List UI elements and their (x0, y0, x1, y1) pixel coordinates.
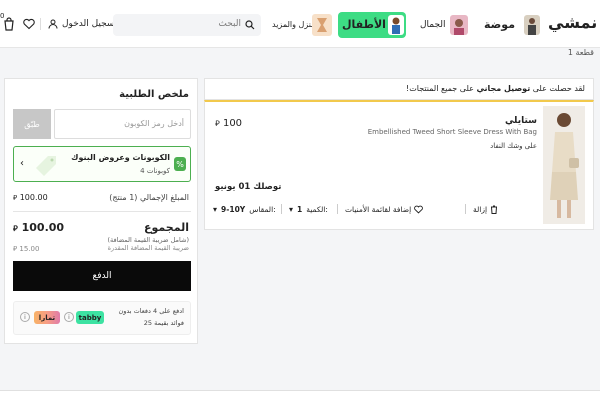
checkout-button[interactable]: الدفع (13, 261, 191, 291)
wishlist-label: إضافة لقائمة الأمنيات (345, 204, 412, 214)
delivery-prefix: توصلك (253, 182, 282, 192)
tab-beauty[interactable]: الجمال (412, 12, 472, 38)
quantity-selector[interactable]: ▾ 1 الكمية: (289, 202, 328, 216)
tab-fashion[interactable]: موضة (480, 12, 542, 38)
coupons-offers-box[interactable]: ‹ الكوبونات وعروض البنوك 4 كوبونات % (13, 146, 191, 182)
search-icon (245, 20, 255, 30)
order-summary-title: ملخص الطلبية (119, 89, 189, 100)
trash-icon (491, 205, 498, 214)
remove-item-button[interactable]: إزالة (473, 202, 498, 216)
coupons-sub: 4 كوبونات (140, 167, 170, 175)
qty-label: الكمية: (306, 204, 328, 214)
divider (281, 204, 282, 214)
chevron-down-icon: ▾ (289, 204, 294, 214)
vat-value: 15.00 (19, 245, 40, 253)
divider (337, 204, 338, 214)
subtotal-label: المبلغ الإجمالي (1 منتج) (109, 193, 189, 202)
home-thumb (312, 14, 332, 36)
tamara-logo: تمارا (34, 311, 60, 324)
free-ship-suffix: على جميع المنتجات! (406, 84, 474, 93)
apply-coupon-button[interactable]: طبّق (13, 109, 51, 139)
product-name[interactable]: Embellished Tweed Short Sleeve Dress Wit… (368, 128, 537, 136)
tamara-brand: تمارا (38, 313, 56, 322)
currency-icon: ⃁ (215, 119, 220, 128)
divider (40, 18, 41, 30)
remove-label: إزالة (473, 204, 488, 214)
tab-home[interactable]: المنزل والمزيد (270, 12, 334, 38)
tamara-info-icon[interactable]: i (20, 312, 30, 322)
tab-kids[interactable]: الأطفال (338, 12, 406, 38)
order-summary-card: ملخص الطلبية أدخل رمز الكوبون طبّق ‹ الك… (4, 78, 198, 344)
add-to-wishlist-button[interactable]: إضافة لقائمة الأمنيات (345, 202, 424, 216)
tabby-logo: tabby (76, 311, 104, 324)
size-selector[interactable]: ▾ 9-10Y المقاس: (213, 202, 276, 216)
qty-value: 1 (297, 204, 303, 214)
divider (465, 204, 466, 214)
size-label: المقاس: (249, 204, 276, 214)
free-ship-prefix: لقد حصلت على (532, 84, 585, 93)
chevron-down-icon: ▾ (213, 204, 218, 214)
namshi-logo[interactable]: نمشي (548, 10, 598, 38)
heart-icon[interactable] (22, 16, 36, 32)
product-brand: ستايلي (504, 116, 537, 126)
logo-text: نمشي (548, 13, 598, 32)
tabby-info-icon[interactable]: i (64, 312, 74, 322)
checkout-label: الدفع (92, 271, 112, 281)
installments-box: ادفع على 4 دفعات بدون فوائد بقيمة 25 tab… (13, 301, 191, 335)
vat-label: ضريبة القيمة المضافة المقدرة (107, 244, 189, 252)
fashion-thumb (524, 15, 540, 35)
free-shipping-text: لقد حصلت على توصيل مجاني على جميع المنتج… (406, 84, 585, 93)
beauty-thumb (450, 15, 468, 35)
kids-thumb (388, 15, 404, 35)
total-vat-note: (شامل ضريبة القيمة المضافة) (107, 236, 189, 244)
tab-beauty-label: الجمال (420, 20, 446, 30)
coupon-input[interactable]: أدخل رمز الكوبون (54, 109, 191, 139)
size-value: 9-10Y (221, 204, 246, 214)
currency-icon: ⃁ (13, 224, 18, 233)
total-value: 100.00 (21, 221, 65, 234)
percent-badge-icon: % (174, 157, 186, 171)
delivery-date: 01 يونيو (215, 182, 251, 192)
coupons-title: الكوبونات وعروض البنوك (71, 153, 170, 162)
free-ship-bold: توصيل مجاني (476, 84, 531, 93)
tab-fashion-label: موضة (484, 18, 516, 31)
cart-count: 0 (0, 12, 5, 20)
free-shipping-banner: لقد حصلت على توصيل مجاني على جميع المنتج… (204, 78, 594, 100)
currency-icon: ⃁ (13, 194, 18, 202)
tab-kids-label: الأطفال (342, 18, 386, 31)
chevron-left-icon: ‹ (20, 158, 24, 169)
search-input[interactable]: البحث (113, 14, 261, 36)
product-image[interactable] (543, 106, 585, 224)
search-placeholder: البحث (218, 19, 241, 29)
delivery-estimate: توصلك 01 يونيو (215, 182, 281, 192)
cart-item: ستايلي Embellished Tweed Short Sleeve Dr… (204, 100, 594, 230)
cart-icon[interactable]: 0 (0, 12, 16, 32)
login-button[interactable]: تسجيل الدخول (48, 16, 117, 32)
tabby-text-line2: فوائد بقيمة 25 (143, 319, 184, 327)
heart-icon (414, 205, 424, 213)
bottom-strip (0, 390, 600, 400)
subtotal-value: 100.00 (19, 193, 48, 202)
coupon-placeholder: أدخل رمز الكوبون (124, 119, 184, 128)
currency-icon: ⃁ (13, 245, 18, 253)
tabby-brand: tabby (78, 313, 102, 322)
coupon-tag-icon (32, 150, 62, 180)
divider (13, 211, 191, 212)
login-label: تسجيل الدخول (62, 19, 118, 29)
product-price: 100 (222, 118, 243, 129)
user-icon (48, 19, 58, 29)
top-header: 0 تسجيل الدخول البحث المنزل والمزيد الأط… (0, 0, 600, 48)
total-label: المجموع (144, 221, 189, 234)
stock-note: على وشك النفاد (490, 142, 537, 150)
tabby-text-line1: ادفع على 4 دفعات بدون (118, 307, 184, 315)
apply-label: طبّق (24, 119, 40, 129)
item-count: 1 قطعة (567, 48, 594, 57)
